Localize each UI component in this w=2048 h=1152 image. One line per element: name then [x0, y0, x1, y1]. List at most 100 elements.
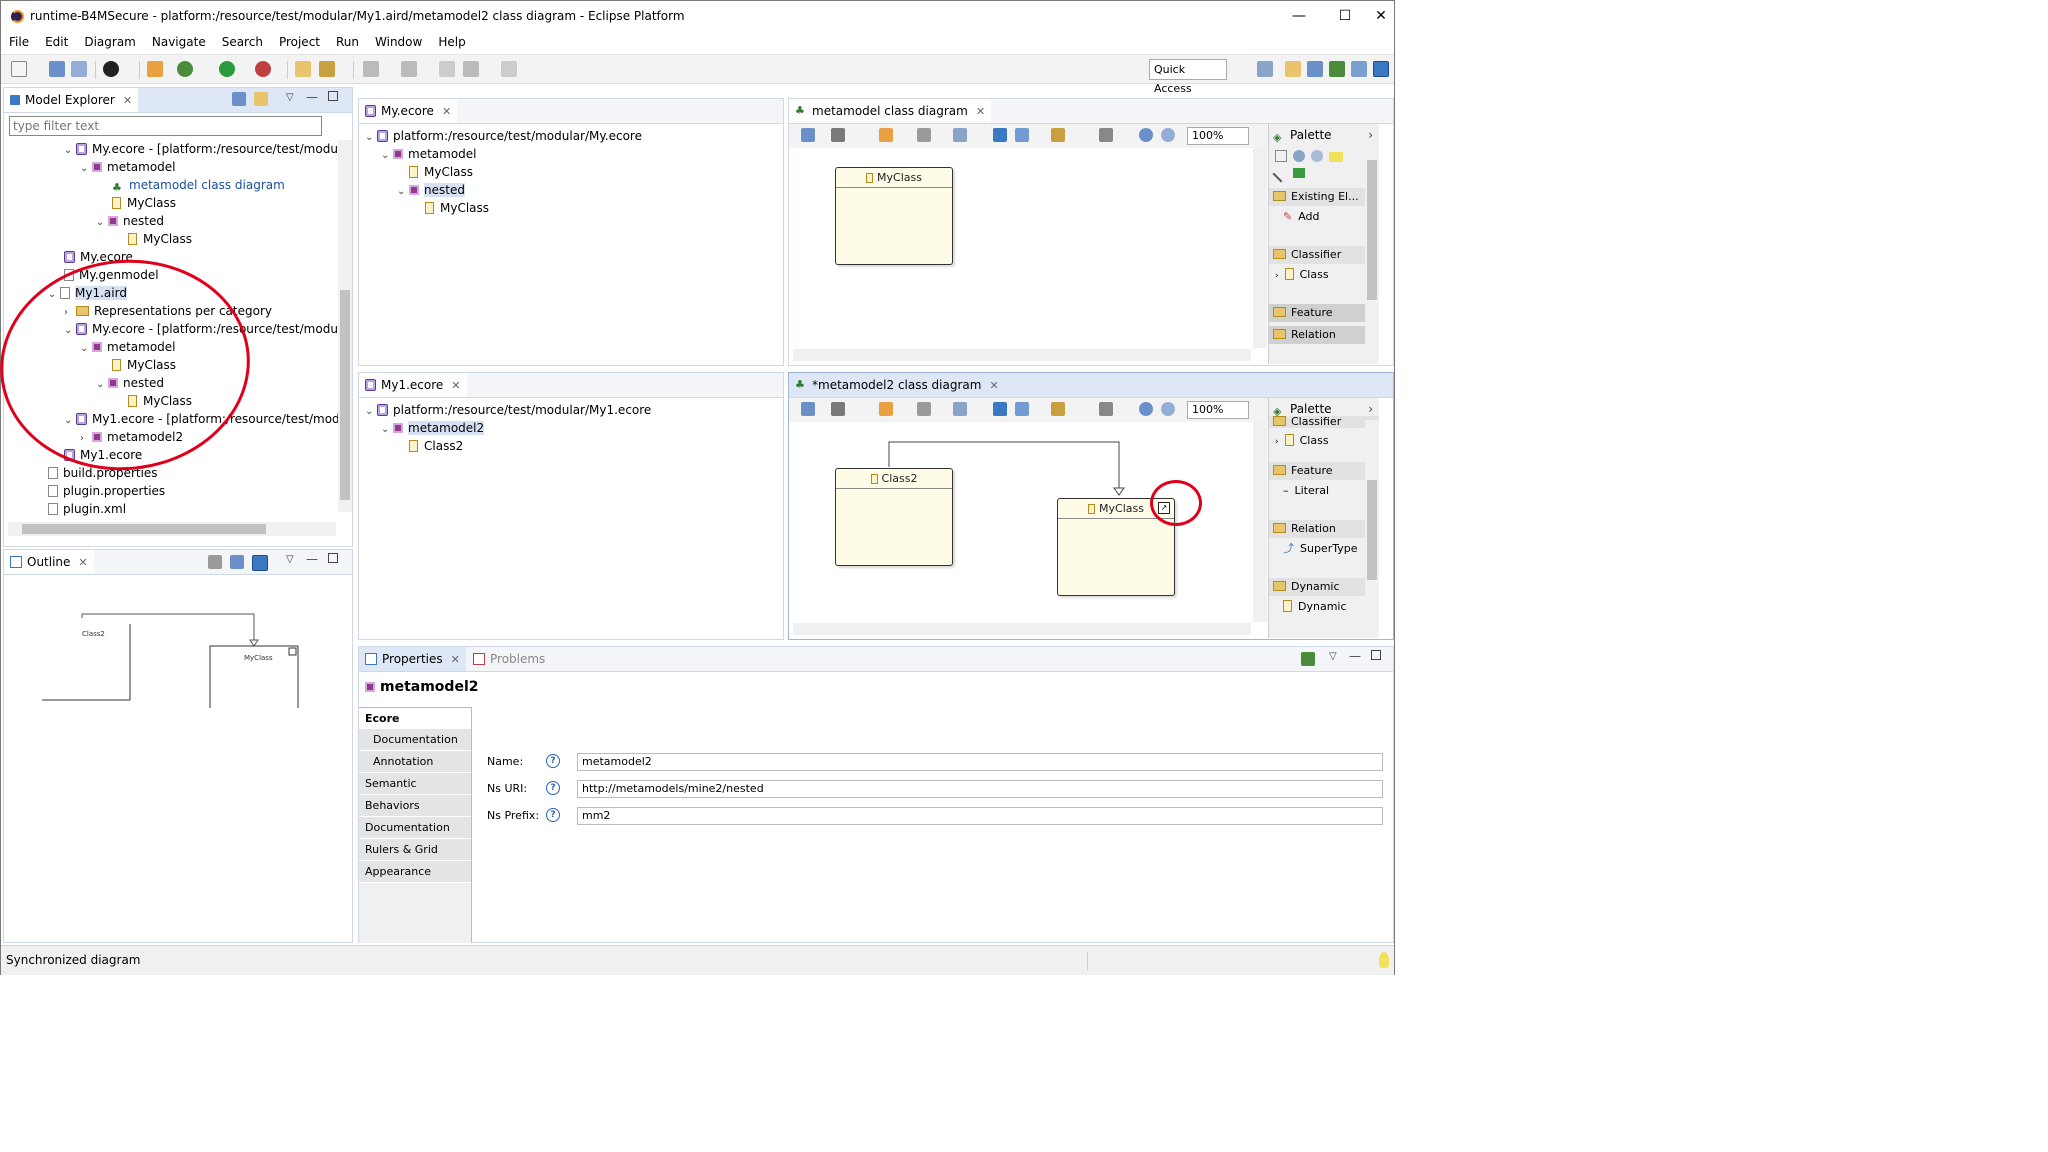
- palette-drawer-relation[interactable]: Relation: [1269, 520, 1379, 538]
- palette-tool-dynamic[interactable]: Dynamic: [1269, 598, 1379, 616]
- tree-item-myclass[interactable]: MyClass: [409, 163, 473, 181]
- tree-item-plugin-xml[interactable]: plugin.xml: [48, 500, 126, 518]
- tree-item-nested[interactable]: ⌄ nested: [397, 181, 465, 199]
- menu-window[interactable]: Window: [367, 35, 430, 49]
- tab-metamodel2-class-diagram[interactable]: ♣ *metamodel2 class diagram ✕: [789, 373, 1005, 397]
- close-icon[interactable]: ✕: [451, 653, 460, 666]
- bug-icon[interactable]: [177, 61, 193, 77]
- select-tool-icon[interactable]: [1293, 168, 1305, 178]
- tab-properties[interactable]: Properties ✕: [359, 647, 466, 671]
- prop-tab-rulers-grid[interactable]: Rulers & Grid: [359, 839, 471, 861]
- tree-item-my-ecore-resource[interactable]: ⌄ My.ecore - [platform:/resource/test/mod…: [64, 140, 349, 158]
- select-icon[interactable]: [917, 128, 931, 142]
- diagram-horizontal-scrollbar[interactable]: [793, 349, 1251, 361]
- tree-item-metamodel-class-diagram[interactable]: ♣ metamodel class diagram: [112, 176, 285, 194]
- ns-uri-field[interactable]: http://metamodels/mine2/nested: [577, 780, 1383, 798]
- menu-project[interactable]: Project: [271, 35, 328, 49]
- maximize-button[interactable]: ☐: [1322, 1, 1368, 31]
- prop-tab-documentation-2[interactable]: Documentation: [359, 817, 471, 839]
- menu-help[interactable]: Help: [430, 35, 473, 49]
- link-editor-icon[interactable]: [254, 92, 268, 106]
- palette-drawer-classifier[interactable]: Classifier: [1269, 416, 1379, 428]
- plugin-perspective-icon[interactable]: [1351, 61, 1367, 77]
- palette-drawer-existing[interactable]: Existing El...: [1269, 188, 1379, 206]
- explorer-horizontal-scrollbar[interactable]: [8, 522, 336, 536]
- menu-edit[interactable]: Edit: [37, 35, 76, 49]
- outline-tree-icon[interactable]: [230, 555, 244, 569]
- tree-item-resource[interactable]: ⌄ platform:/resource/test/modular/My.ecor…: [365, 127, 642, 145]
- pointer-tool-icon[interactable]: [1275, 150, 1287, 162]
- quick-access-input[interactable]: Quick Access: [1149, 59, 1227, 95]
- resource-perspective-icon[interactable]: [1285, 61, 1301, 77]
- chevron-down-icon[interactable]: ⌄: [365, 129, 377, 147]
- modeling-perspective-icon[interactable]: [1373, 61, 1389, 77]
- style-icon[interactable]: [1051, 128, 1065, 142]
- collapse-all-icon[interactable]: [232, 92, 246, 106]
- chevron-down-icon[interactable]: ⌄: [381, 147, 393, 165]
- menu-file[interactable]: File: [1, 35, 37, 49]
- layout-icon[interactable]: [831, 128, 845, 142]
- view-menu-icon[interactable]: ▽: [286, 92, 294, 103]
- tree-item-nested-myclass[interactable]: MyClass: [425, 199, 489, 217]
- arrange-icon[interactable]: [801, 128, 815, 142]
- prop-tab-appearance[interactable]: Appearance: [359, 861, 471, 883]
- help-icon[interactable]: ?: [546, 754, 560, 768]
- palette-tools[interactable]: [1272, 148, 1353, 184]
- zoom-select[interactable]: 100%: [1187, 401, 1249, 419]
- chevron-down-icon[interactable]: ⌄: [397, 183, 409, 201]
- back-icon[interactable]: [463, 61, 479, 77]
- close-icon[interactable]: ✕: [976, 105, 985, 118]
- export-icon[interactable]: [993, 128, 1007, 142]
- palette-drawer-dynamic[interactable]: Dynamic: [1269, 578, 1379, 596]
- palette-scrollbar[interactable]: [1365, 146, 1379, 360]
- diagram-vertical-scrollbar[interactable]: [1253, 422, 1267, 622]
- palette-scrollbar[interactable]: [1365, 420, 1379, 634]
- copy-format-icon[interactable]: [1099, 128, 1113, 142]
- style-icon[interactable]: [1051, 402, 1065, 416]
- palette-title[interactable]: ◈ Palette ›: [1269, 126, 1379, 144]
- prev-annotation-icon[interactable]: [401, 61, 417, 77]
- connector-tool-icon[interactable]: [1272, 165, 1290, 183]
- minimize-view-icon[interactable]: —: [1349, 649, 1361, 663]
- tree-item-myclass[interactable]: MyClass: [112, 194, 176, 212]
- close-icon[interactable]: ✕: [78, 556, 87, 569]
- select-icon[interactable]: [917, 402, 931, 416]
- zoom-out-icon[interactable]: [1161, 402, 1175, 416]
- refresh-icon[interactable]: [879, 128, 893, 142]
- export-icon[interactable]: [993, 402, 1007, 416]
- chevron-right-icon[interactable]: ›: [1368, 126, 1373, 144]
- zoom-out-icon[interactable]: [1161, 128, 1175, 142]
- tree-item-class2[interactable]: Class2: [409, 437, 463, 455]
- tree-item-metamodel[interactable]: ⌄ metamodel: [80, 158, 176, 176]
- tree-item-metamodel2[interactable]: ⌄ metamodel2: [381, 419, 485, 437]
- build-icon[interactable]: [147, 61, 163, 77]
- chevron-right-icon[interactable]: ›: [1275, 271, 1279, 281]
- pencil-icon[interactable]: [319, 61, 335, 77]
- close-icon[interactable]: ✕: [451, 379, 460, 392]
- palette-drawer-feature[interactable]: Feature: [1269, 304, 1379, 322]
- outline-filter-icon[interactable]: [208, 555, 222, 569]
- chevron-down-icon[interactable]: ⌄: [365, 403, 377, 421]
- prop-tab-behaviors[interactable]: Behaviors: [359, 795, 471, 817]
- tab-outline[interactable]: Outline ✕: [4, 550, 94, 574]
- zoom-out-tool-icon[interactable]: [1311, 150, 1323, 162]
- tab-my1-ecore[interactable]: My1.ecore ✕: [359, 373, 467, 397]
- palette-tool-add[interactable]: ✎ Add: [1269, 208, 1379, 226]
- new-icon[interactable]: [11, 61, 27, 77]
- palette-tool-supertype[interactable]: ⤴ SuperType: [1269, 540, 1379, 558]
- debug-icon[interactable]: [103, 61, 119, 77]
- close-icon[interactable]: ✕: [442, 105, 451, 118]
- diagram-horizontal-scrollbar[interactable]: [793, 623, 1251, 635]
- menu-diagram[interactable]: Diagram: [76, 35, 144, 49]
- help-icon[interactable]: ?: [546, 781, 560, 795]
- filter-icon[interactable]: [953, 402, 967, 416]
- open-folder-icon[interactable]: [295, 61, 311, 77]
- debug-perspective-icon[interactable]: [1329, 61, 1345, 77]
- tree-item-nested[interactable]: ⌄ nested: [96, 212, 164, 230]
- tab-metamodel-class-diagram[interactable]: ♣ metamodel class diagram ✕: [789, 99, 992, 123]
- copy-format-icon[interactable]: [1099, 402, 1113, 416]
- menu-search[interactable]: Search: [214, 35, 271, 49]
- layout-icon[interactable]: [831, 402, 845, 416]
- save-icon[interactable]: [49, 61, 65, 77]
- chevron-right-icon[interactable]: ›: [1275, 437, 1279, 447]
